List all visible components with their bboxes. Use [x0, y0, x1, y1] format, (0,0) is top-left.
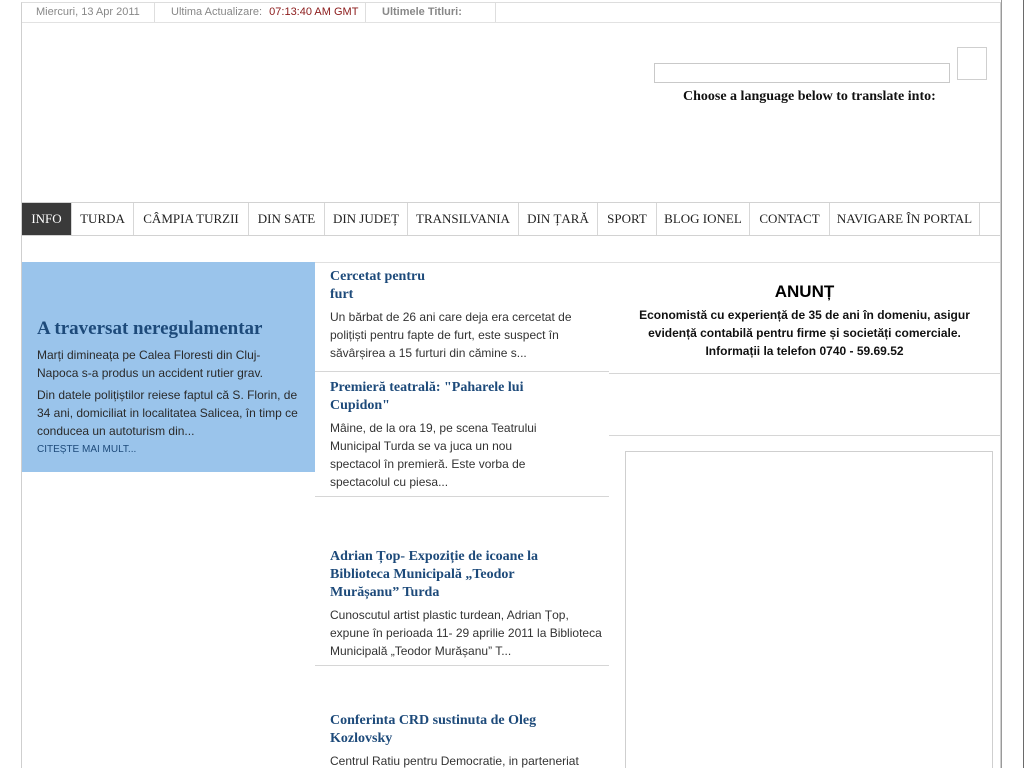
announcement-title: ANUNȚ	[774, 282, 835, 301]
announcement-text: Economistă cu experiență de 35 de ani în…	[639, 308, 970, 358]
last-update: Ultima Actualizare: 07:13:40 AM GMT	[155, 3, 366, 22]
featured-paragraph-2: Din datele polițiștilor reiese faptul că…	[37, 388, 298, 438]
read-more-link[interactable]: CITEȘTE MAI MULT...	[37, 444, 301, 455]
top-info-bar: Miercuri, 13 Apr 2011 Ultima Actualizare…	[22, 3, 1000, 23]
main-navigation: INFO TURDA CÂMPIA TURZII DIN SATE DIN JU…	[22, 202, 1000, 236]
nav-item-sport[interactable]: SPORT	[598, 203, 657, 235]
news-excerpt: Cunoscutul artist plastic turdean, Adria…	[330, 608, 602, 658]
featured-title[interactable]: A traversat neregulamentar	[37, 318, 301, 340]
nav-item-turda[interactable]: TURDA	[72, 203, 134, 235]
news-title[interactable]: Premieră teatrală: "Paharele lui Cupidon…	[330, 379, 530, 415]
featured-article: A traversat neregulamentar Marți diminea…	[22, 262, 315, 472]
last-update-label: Ultima Actualizare:	[171, 6, 263, 18]
window-scrollbar-frame[interactable]	[1001, 0, 1024, 768]
translate-label: Choose a language below to translate int…	[683, 89, 936, 104]
news-excerpt: Mâine, de la ora 19, pe scena Teatrului …	[330, 421, 537, 489]
nav-item-navigare-portal[interactable]: NAVIGARE ÎN PORTAL	[830, 203, 980, 235]
nav-item-din-tara[interactable]: DIN ȚARĂ	[519, 203, 598, 235]
nav-item-blog-ionel[interactable]: BLOG IONEL	[657, 203, 750, 235]
translate-language-select[interactable]	[654, 63, 950, 83]
news-item: Premieră teatrală: "Paharele lui Cupidon…	[315, 379, 609, 497]
advertisement-frame	[625, 451, 993, 768]
latest-headlines-label: Ultimele Titluri:	[366, 3, 496, 22]
news-excerpt: Centrul Ratiu pentru Democratie, in part…	[330, 754, 579, 768]
news-item: Conferinta CRD sustinuta de Oleg Kozlovs…	[315, 712, 609, 768]
translate-button[interactable]	[957, 47, 987, 80]
announcement-box: ANUNȚ Economistă cu experiență de 35 de …	[609, 262, 1000, 374]
news-item: Cercetat pentru furt Un bărbat de 26 ani…	[315, 268, 609, 372]
news-title[interactable]: Adrian Țop- Expoziție de icoane la Bibli…	[330, 548, 570, 602]
nav-item-info[interactable]: INFO	[22, 203, 72, 235]
news-excerpt: Un bărbat de 26 ani care deja era cercet…	[330, 310, 572, 360]
nav-item-din-sate[interactable]: DIN SATE	[249, 203, 325, 235]
last-update-time: 07:13:40 AM GMT	[269, 6, 359, 18]
right-column-divider	[609, 435, 1000, 436]
featured-paragraph-1: Marți dimineața pe Calea Floresti din Cl…	[37, 348, 263, 380]
nav-item-campia-turzii[interactable]: CÂMPIA TURZII	[134, 203, 249, 235]
news-title[interactable]: Cercetat pentru furt	[330, 268, 450, 304]
nav-item-transilvania[interactable]: TRANSILVANIA	[408, 203, 519, 235]
news-title[interactable]: Conferinta CRD sustinuta de Oleg Kozlovs…	[330, 712, 570, 748]
nav-item-din-judet[interactable]: DIN JUDEȚ	[325, 203, 408, 235]
current-date: Miercuri, 13 Apr 2011	[22, 3, 155, 22]
nav-item-contact[interactable]: CONTACT	[750, 203, 830, 235]
page-container: Miercuri, 13 Apr 2011 Ultima Actualizare…	[21, 2, 1001, 768]
news-item: Adrian Țop- Expoziție de icoane la Bibli…	[315, 548, 609, 666]
